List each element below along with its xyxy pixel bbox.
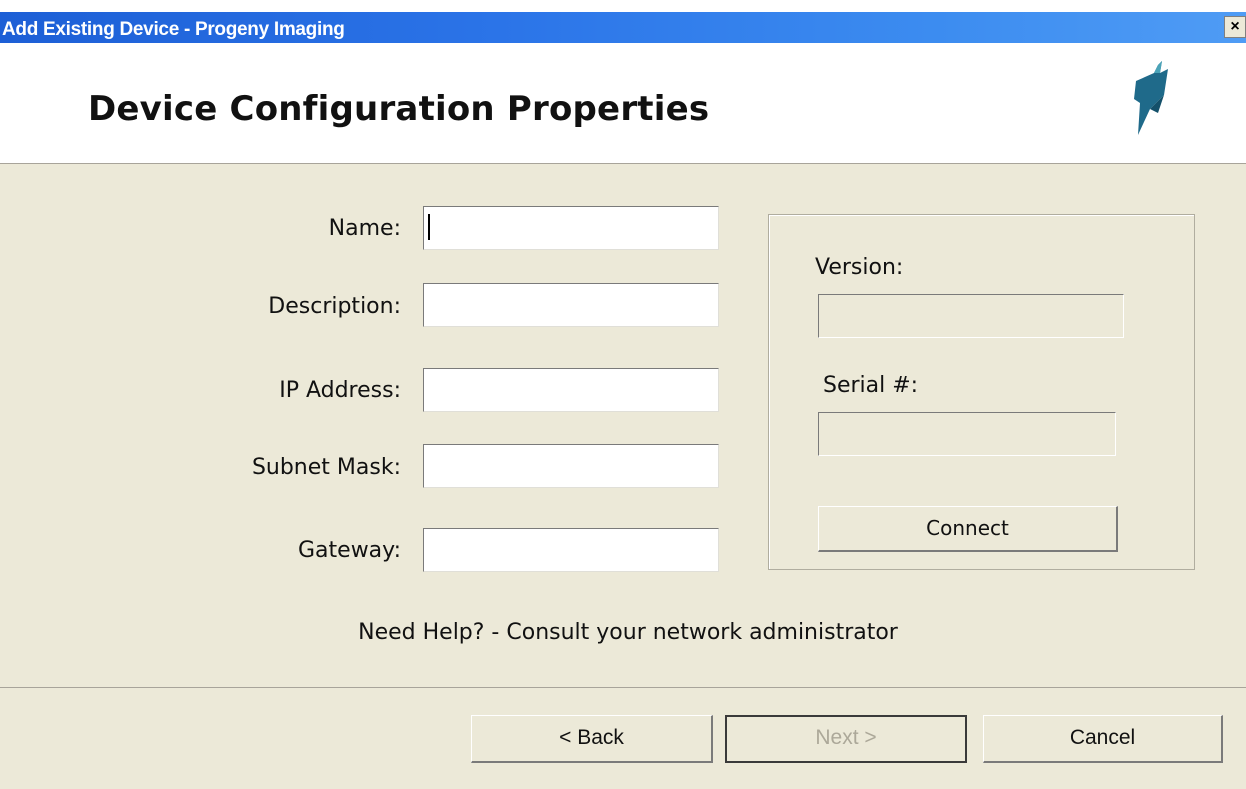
progeny-logo-icon [1134, 61, 1168, 135]
close-icon: × [1230, 18, 1240, 35]
dialog-window: Add Existing Device - Progeny Imaging × … [0, 0, 1246, 789]
title-bar[interactable]: Add Existing Device - Progeny Imaging × [0, 12, 1246, 43]
description-field[interactable] [423, 283, 719, 327]
name-label: Name: [328, 216, 401, 241]
version-field [818, 294, 1124, 338]
gateway-field[interactable] [423, 528, 719, 572]
close-button[interactable]: × [1224, 16, 1246, 38]
wizard-header: Device Configuration Properties [0, 43, 1246, 164]
wizard-footer: < Back Next > Cancel [0, 688, 1246, 789]
dialog-body: Name: Description: IP Address: Subnet Ma… [0, 164, 1246, 689]
subnet-mask-label: Subnet Mask: [251, 455, 401, 480]
text-caret [428, 214, 430, 240]
subnet-mask-field[interactable] [423, 444, 719, 488]
next-button[interactable]: Next > [725, 715, 967, 763]
cancel-button[interactable]: Cancel [983, 715, 1223, 763]
description-label: Description: [268, 294, 401, 319]
ip-address-field[interactable] [423, 368, 719, 412]
serial-field [818, 412, 1116, 456]
ip-address-label: IP Address: [279, 378, 401, 403]
name-field[interactable] [423, 206, 719, 250]
back-button[interactable]: < Back [471, 715, 713, 763]
help-text: Need Help? - Consult your network admini… [358, 620, 898, 645]
page-title: Device Configuration Properties [88, 89, 710, 129]
window-title: Add Existing Device - Progeny Imaging [2, 19, 345, 40]
serial-label: Serial #: [823, 373, 919, 398]
connect-button[interactable]: Connect [818, 506, 1118, 552]
gateway-label: Gateway: [298, 538, 401, 563]
version-label: Version: [815, 255, 904, 280]
